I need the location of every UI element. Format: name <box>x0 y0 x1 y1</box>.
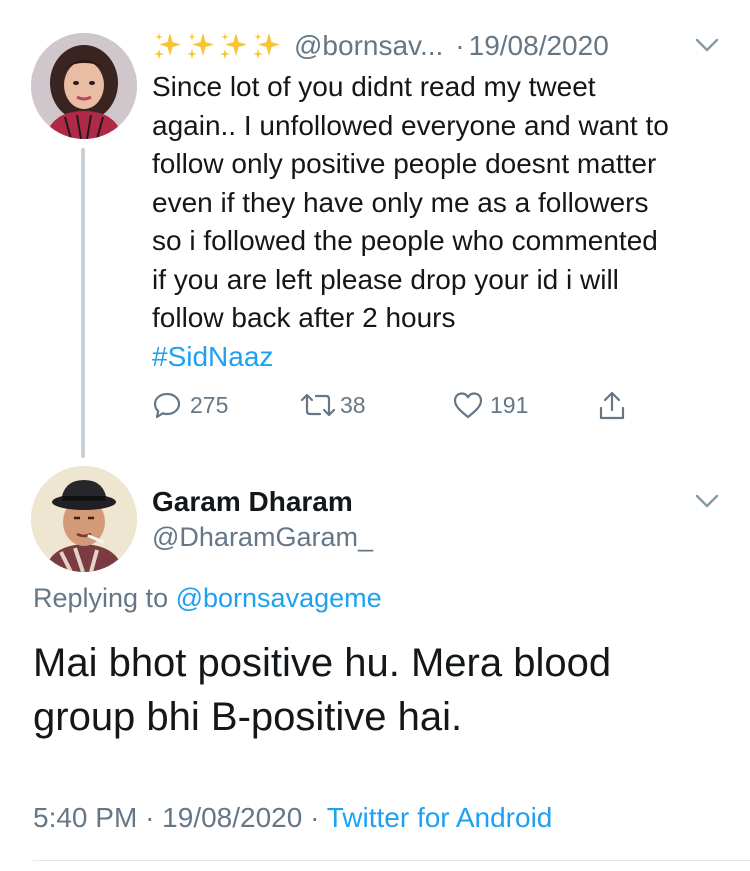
hashtag-link[interactable]: #SidNaaz <box>152 338 742 377</box>
reply-button[interactable]: 275 <box>152 390 228 420</box>
retweet-icon <box>300 393 336 417</box>
reply-author-handle[interactable]: @DharamGaram_ <box>152 522 373 553</box>
separator-dot: · <box>455 30 465 61</box>
tweet-metadata: 5:40 PM · 19/08/2020 · Twitter for Andro… <box>33 802 552 834</box>
like-button[interactable]: 191 <box>452 390 528 420</box>
retweet-button[interactable]: 38 <box>298 390 366 420</box>
tweet-text-line: if you are left please drop your id i wi… <box>152 263 619 295</box>
reply-icon <box>153 392 181 419</box>
tweet-text-line: Since lot of you didnt read my tweet <box>152 71 596 102</box>
thread-connector-line <box>81 148 85 458</box>
reply-count: 275 <box>190 391 229 418</box>
tweet-text-line: follow back after 2 hours <box>152 302 456 333</box>
tweet-full-date: 19/08/2020 <box>162 802 303 833</box>
tweet-text-line: again.. I unfollowed everyone and want t… <box>152 109 669 141</box>
avatar[interactable] <box>31 466 137 572</box>
profile-photo <box>31 466 137 572</box>
replying-to: Replying to @bornsavageme <box>33 583 382 614</box>
tweet-header: @bornsav... · 19/08/2020 <box>152 28 609 64</box>
share-icon <box>599 391 625 420</box>
chevron-down-icon[interactable] <box>694 492 720 510</box>
reply-text: Mai bhot positive hu. Mera blood group b… <box>33 636 733 744</box>
like-count: 191 <box>490 391 529 418</box>
tweet-date[interactable]: 19/08/2020 <box>469 30 609 62</box>
tweet-time: 5:40 PM <box>33 802 138 833</box>
tweet-text-line: follow only positive people doesnt matte… <box>152 148 657 179</box>
separator-dot: · <box>310 802 320 833</box>
share-button[interactable] <box>596 390 628 422</box>
source-app-link[interactable]: Twitter for Android <box>327 802 553 833</box>
tweet-text-line: even if they have only me as a followers <box>152 186 649 218</box>
replying-to-label: Replying to <box>33 583 169 613</box>
profile-photo <box>31 33 137 139</box>
separator-dot: · <box>145 802 155 833</box>
heart-icon <box>453 392 483 419</box>
tweet-author-handle[interactable]: @bornsav... <box>294 30 443 62</box>
tweet-text-line: so i followed the people who commented <box>152 225 658 256</box>
divider <box>33 860 750 861</box>
reply-text-line: Mai bhot positive hu. Mera blood <box>33 641 612 685</box>
mention-link[interactable]: @bornsavageme <box>176 583 382 613</box>
reply-text-line: group bhi B-positive hai. <box>33 695 463 739</box>
retweet-count: 38 <box>340 391 366 418</box>
sparkles-emoji-icon <box>152 31 284 61</box>
avatar[interactable] <box>31 33 137 139</box>
tweet-text: Since lot of you didnt read my tweet aga… <box>152 68 742 376</box>
reply-author-name[interactable]: Garam Dharam <box>152 486 353 518</box>
chevron-down-icon[interactable] <box>694 36 720 54</box>
